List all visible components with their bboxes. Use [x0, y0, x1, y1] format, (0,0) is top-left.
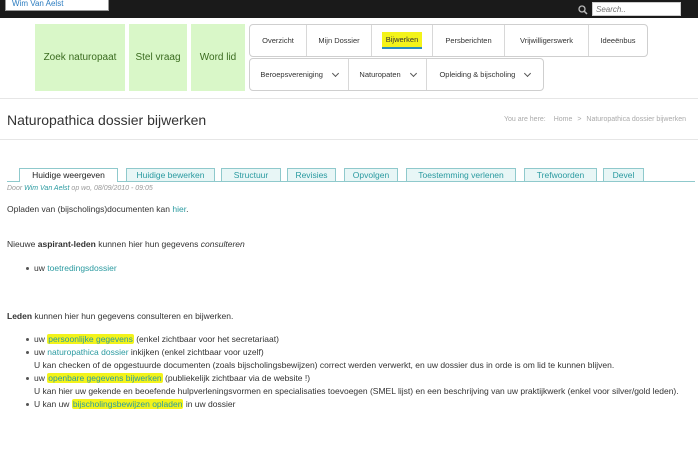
sub-nav: Beroepsvereniging Naturopaten Opleiding … — [249, 58, 544, 91]
chevron-down-icon — [409, 69, 417, 77]
list-item: uw openbare gegevens bijwerken (publieke… — [25, 372, 690, 398]
list-item: uw naturopathica dossier inkijken (enkel… — [25, 346, 690, 372]
aspirant-list: uw toetredingsdossier — [25, 262, 117, 275]
nav-overzicht-label: Overzicht — [262, 36, 294, 45]
nav-ideeenbus[interactable]: Ideeënbus — [589, 25, 647, 56]
nav-mijn-dossier[interactable]: Mijn Dossier — [307, 25, 372, 56]
nav-bijwerken-label: Bijwerken — [381, 32, 423, 49]
tab-revisies[interactable]: Revisies — [287, 168, 336, 181]
meta-prefix: Door — [7, 185, 23, 192]
p2-a: Nieuwe — [7, 239, 36, 249]
nav-beroepsvereniging[interactable]: Beroepsvereniging — [250, 59, 350, 90]
nav-naturopaten-label: Naturopaten — [359, 70, 401, 79]
paragraph-opladen: Opladen van (bijscholings)documenten kan… — [7, 204, 188, 214]
nav-persberichten-label: Persberichten — [445, 36, 492, 45]
item-post: (publiekelijk zichtbaar via de website !… — [165, 373, 311, 383]
nav-opleiding-bijscholing[interactable]: Opleiding & bijscholing — [427, 59, 543, 90]
tab-structuur[interactable]: Structuur — [221, 168, 281, 181]
tab-bar: Huidige weergeven Huidige bewerken Struc… — [7, 168, 695, 182]
nav-naturopaten[interactable]: Naturopaten — [349, 59, 427, 90]
breadcrumb-home[interactable]: Home — [554, 116, 573, 123]
search-input[interactable] — [592, 2, 681, 16]
nav-ideeenbus-label: Ideeënbus — [600, 36, 636, 45]
paragraph-aspirant: Nieuwe aspirant-leden kunnen hier hun ge… — [7, 239, 245, 249]
item-post: in uw dossier — [185, 399, 236, 409]
list-item: uw toetredingsdossier — [25, 262, 117, 275]
submitted-meta: Door Wim Van Aelst op wo, 08/09/2010 - 0… — [7, 185, 153, 192]
chevron-down-icon — [524, 69, 532, 77]
stel-vraag-button[interactable]: Stel vraag — [129, 24, 187, 91]
p3-text: kunnen hier hun gegevens consulteren en … — [34, 311, 234, 321]
item-extra: U kan checken of de opgestuurde document… — [34, 360, 615, 370]
item-post: (enkel zichtbaar voor het secretariaat) — [136, 334, 279, 344]
nav-bijwerken[interactable]: Bijwerken — [372, 25, 433, 56]
toetredingsdossier-link[interactable]: toetredingsdossier — [47, 263, 116, 273]
p3-bold: Leden — [7, 311, 33, 321]
title-divider — [0, 139, 698, 140]
item-pre: uw — [34, 373, 45, 383]
search-icon[interactable] — [578, 5, 588, 15]
p2-bold: aspirant-leden — [37, 239, 96, 249]
leden-list: uw persoonlijke gegevens (enkel zichtbaa… — [25, 333, 690, 411]
tab-toestemming-verlenen[interactable]: Toestemming verlenen — [406, 168, 516, 181]
item-pre: uw — [34, 347, 45, 357]
chevron-down-icon — [331, 69, 339, 77]
nav-opleiding-label: Opleiding & bijscholing — [439, 70, 516, 79]
list-item: U kan uw bijscholingsbewijzen opladen in… — [25, 398, 690, 411]
item-post: inkijken (enkel zichtbaar voor uzelf) — [130, 347, 264, 357]
openbare-gegevens-link[interactable]: openbare gegevens bijwerken — [47, 373, 163, 383]
hier-link[interactable]: hier — [172, 204, 186, 214]
nav-beroepsvereniging-label: Beroepsvereniging — [260, 70, 323, 79]
tab-opvolgen[interactable]: Opvolgen — [344, 168, 398, 181]
list-item: uw persoonlijke gegevens (enkel zichtbaa… — [25, 333, 690, 346]
top-bar: Wim Van Aelst — [0, 0, 698, 18]
zoek-naturopaat-button[interactable]: Zoek naturopaat — [35, 24, 125, 91]
p1-text: Opladen van (bijscholings)documenten kan — [7, 204, 171, 214]
p2-b: kunnen hier hun gegevens — [98, 239, 199, 249]
header-divider — [0, 98, 698, 99]
breadcrumb: You are here: Home > Naturopathica dossi… — [503, 116, 686, 123]
user-menu[interactable]: Wim Van Aelst — [5, 0, 109, 11]
nav-overzicht[interactable]: Overzicht — [250, 25, 307, 56]
item-pre: uw — [34, 334, 45, 344]
item-extra: U kan hier uw gekende en beoefende hulpv… — [34, 386, 679, 396]
paragraph-leden: Leden kunnen hier hun gegevens consulter… — [7, 311, 233, 321]
user-name[interactable]: Wim Van Aelst — [12, 0, 63, 8]
p1-end: . — [186, 204, 189, 214]
tab-huidige-weergeven[interactable]: Huidige weergeven — [19, 168, 118, 182]
breadcrumb-prefix: You are here: — [503, 116, 546, 123]
p2-italic: consulteren — [200, 239, 245, 249]
meta-author-link[interactable]: Wim Van Aelst — [24, 185, 69, 192]
b1-pre: uw — [34, 263, 45, 273]
tab-trefwoorden[interactable]: Trefwoorden — [524, 168, 597, 181]
breadcrumb-current: Naturopathica dossier bijwerken — [586, 116, 686, 123]
persoonlijke-gegevens-link[interactable]: persoonlijke gegevens — [47, 334, 134, 344]
nav-vrijwilligerswerk[interactable]: Vrijwilligerswerk — [505, 25, 589, 56]
meta-date: op wo, 08/09/2010 - 09:05 — [71, 185, 153, 192]
nav-vrijwilligerswerk-label: Vrijwilligerswerk — [519, 36, 574, 45]
tab-devel[interactable]: Devel — [603, 168, 644, 181]
word-lid-button[interactable]: Word lid — [191, 24, 245, 91]
nav-mijn-dossier-label: Mijn Dossier — [318, 36, 360, 45]
page-title: Naturopathica dossier bijwerken — [7, 112, 207, 128]
nav-persberichten[interactable]: Persberichten — [433, 25, 505, 56]
bijscholingsbewijzen-link[interactable]: bijscholingsbewijzen opladen — [71, 399, 184, 409]
main-nav: Overzicht Mijn Dossier Bijwerken Persber… — [249, 24, 648, 57]
tab-huidige-bewerken[interactable]: Huidige bewerken — [126, 168, 215, 181]
item-pre: U kan uw — [34, 399, 70, 409]
naturopathica-dossier-link[interactable]: naturopathica dossier — [47, 347, 128, 357]
